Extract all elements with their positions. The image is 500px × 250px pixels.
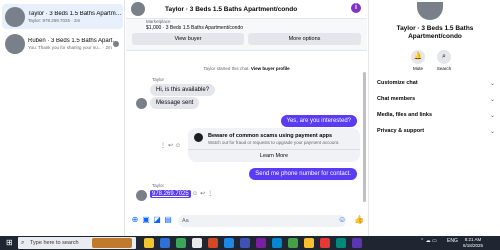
chat-name: Ruben · 3 Beds 1.5 Baths Apartment/condo (28, 37, 123, 44)
app-icon[interactable] (288, 238, 298, 248)
language-indicator[interactable]: ENG (447, 238, 458, 244)
marketplace-banner: Marketplace $1,000 · 3 Beds 1.5 Baths Ap… (126, 19, 367, 51)
search-label: Search (436, 66, 452, 71)
bell-icon[interactable]: 🔔 (411, 50, 425, 64)
tray-icons[interactable]: ⌃ ☁ ▭ (420, 238, 437, 244)
like-icon[interactable]: 👍 (354, 216, 364, 224)
marketplace-label: Marketplace (146, 19, 171, 24)
chevron-down-icon: ⌄ (489, 129, 495, 135)
search-icon: ⌕ (21, 240, 25, 246)
phone-number-link[interactable]: 978.269.7025 (150, 190, 191, 198)
avatar (136, 190, 147, 201)
section-customize-chat[interactable]: Customize chat ⌄ (377, 80, 495, 87)
conversation-title[interactable]: Taylor · 3 Beds 1.5 Baths Apartment/cond… (165, 6, 297, 13)
chevron-down-icon: ⌄ (489, 81, 495, 87)
app-icon[interactable] (272, 238, 282, 248)
info-icon[interactable]: i (351, 3, 361, 13)
avatar (417, 2, 443, 20)
chevron-down-icon: ⌄ (489, 97, 495, 103)
message-input[interactable]: Aa (178, 215, 346, 227)
conversation-header: Taylor · 3 Beds 1.5 Baths Apartment/cond… (126, 0, 367, 19)
file-explorer-icon[interactable] (144, 238, 154, 248)
app-icon[interactable] (224, 238, 234, 248)
search-highlight-image (92, 238, 132, 248)
scrollbar[interactable] (363, 72, 366, 202)
view-buyer-profile-link[interactable]: View buyer profile (251, 66, 290, 71)
section-chat-members[interactable]: Chat members ⌄ (377, 96, 495, 103)
scam-warning-title: Beware of common scams using payment app… (208, 133, 333, 139)
avatar (5, 33, 25, 54)
app-icon[interactable] (240, 238, 250, 248)
scam-warning-card: Beware of common scams using payment app… (188, 128, 360, 162)
windows-start-icon[interactable]: ⊞ (6, 239, 14, 247)
details-name: Taylor · 3 Beds 1.5 Baths Apartment/cond… (396, 25, 474, 40)
app-icon[interactable] (352, 238, 362, 248)
incoming-message[interactable]: Message sent (150, 97, 200, 109)
outgoing-message[interactable]: Yes, are you interested? (280, 115, 357, 127)
listing-price[interactable]: $1,000 · 3 Beds 1.5 Baths Apartment/cond… (146, 25, 243, 31)
seen-avatar (113, 41, 119, 47)
system-message-text: Taylor started this chat. (203, 66, 250, 71)
image-icon[interactable]: ▣ (142, 216, 150, 224)
sender-name: Taylor (152, 183, 165, 188)
message-actions: ⋮↩☺ (160, 142, 183, 149)
incoming-message[interactable]: Hi, is this available? (150, 84, 216, 96)
app-icon[interactable] (320, 238, 330, 248)
app-icon[interactable] (304, 238, 314, 248)
chat-preview: Taylor: 978.269.7025 · 2m (28, 17, 81, 23)
clock-date: 6/18/2025 (463, 243, 484, 248)
plus-icon[interactable]: ⊕ (131, 216, 139, 224)
messenger-window: Taylor · 3 Beds 1.5 Baths Apartment/cond… (0, 0, 500, 236)
message-actions: ☺↩⋮ (192, 190, 215, 197)
shield-icon (194, 133, 203, 142)
mute-label: Mute (412, 66, 423, 71)
scam-warning-subtitle: Watch out for fraud or requests to upgra… (208, 140, 340, 145)
avatar (5, 6, 25, 27)
sticker-icon[interactable]: ◪ (153, 216, 161, 224)
chat-preview: You: Thank you for sharing your nu... · … (28, 44, 112, 50)
outgoing-message[interactable]: Send me phone number for contact. (249, 168, 357, 180)
system-message: Taylor started this chat. View buyer pro… (126, 66, 367, 71)
details-panel: Taylor · 3 Beds 1.5 Baths Apartment/cond… (368, 0, 500, 236)
composer: ⊕ ▣ ◪ ▤ Aa ☺ 👍 (126, 212, 367, 230)
store-icon[interactable] (192, 238, 202, 248)
taskbar: ⊞ ⌕ Type here to search ⌃ ☁ ▭ ENG 8:21 A… (0, 236, 500, 250)
avatar[interactable] (131, 2, 145, 16)
gif-icon[interactable]: ▤ (164, 216, 172, 224)
taskbar-search-placeholder: Type here to search (30, 240, 79, 246)
more-icon[interactable]: ⋮ (207, 191, 215, 197)
section-privacy-support[interactable]: Privacy & support ⌄ (377, 128, 495, 135)
reply-icon[interactable]: ↩ (168, 143, 175, 149)
react-icon[interactable]: ☺ (175, 143, 183, 149)
learn-more-button[interactable]: Learn More (188, 149, 360, 162)
chrome-icon[interactable] (176, 238, 186, 248)
more-options-button[interactable]: More options (248, 33, 361, 45)
section-media-files-links[interactable]: Media, files and links ⌄ (377, 112, 495, 119)
chevron-down-icon: ⌄ (489, 113, 495, 119)
chat-list-item-taylor[interactable]: Taylor · 3 Beds 1.5 Baths Apartment/cond… (2, 4, 123, 29)
app-icon[interactable] (256, 238, 266, 248)
edge-icon[interactable] (160, 238, 170, 248)
app-icon[interactable] (208, 238, 218, 248)
app-icon[interactable] (336, 238, 346, 248)
emoji-icon[interactable]: ☺ (338, 216, 346, 224)
avatar (136, 98, 147, 109)
chat-name: Taylor · 3 Beds 1.5 Baths Apartment/cond… (28, 10, 123, 17)
conversation-panel: Taylor · 3 Beds 1.5 Baths Apartment/cond… (126, 0, 367, 236)
search-icon[interactable]: ⌕ (437, 50, 451, 64)
clock[interactable]: 8:21 AM 6/18/2025 (463, 237, 483, 249)
chat-list: Taylor · 3 Beds 1.5 Baths Apartment/cond… (0, 0, 125, 236)
react-icon[interactable]: ☺ (192, 191, 200, 197)
chat-list-item-ruben[interactable]: Ruben · 3 Beds 1.5 Baths Apartment/condo… (2, 31, 123, 56)
view-buyer-button[interactable]: View buyer (132, 33, 244, 45)
sender-name: Taylor (152, 77, 165, 82)
more-icon[interactable]: ⋮ (160, 143, 168, 149)
